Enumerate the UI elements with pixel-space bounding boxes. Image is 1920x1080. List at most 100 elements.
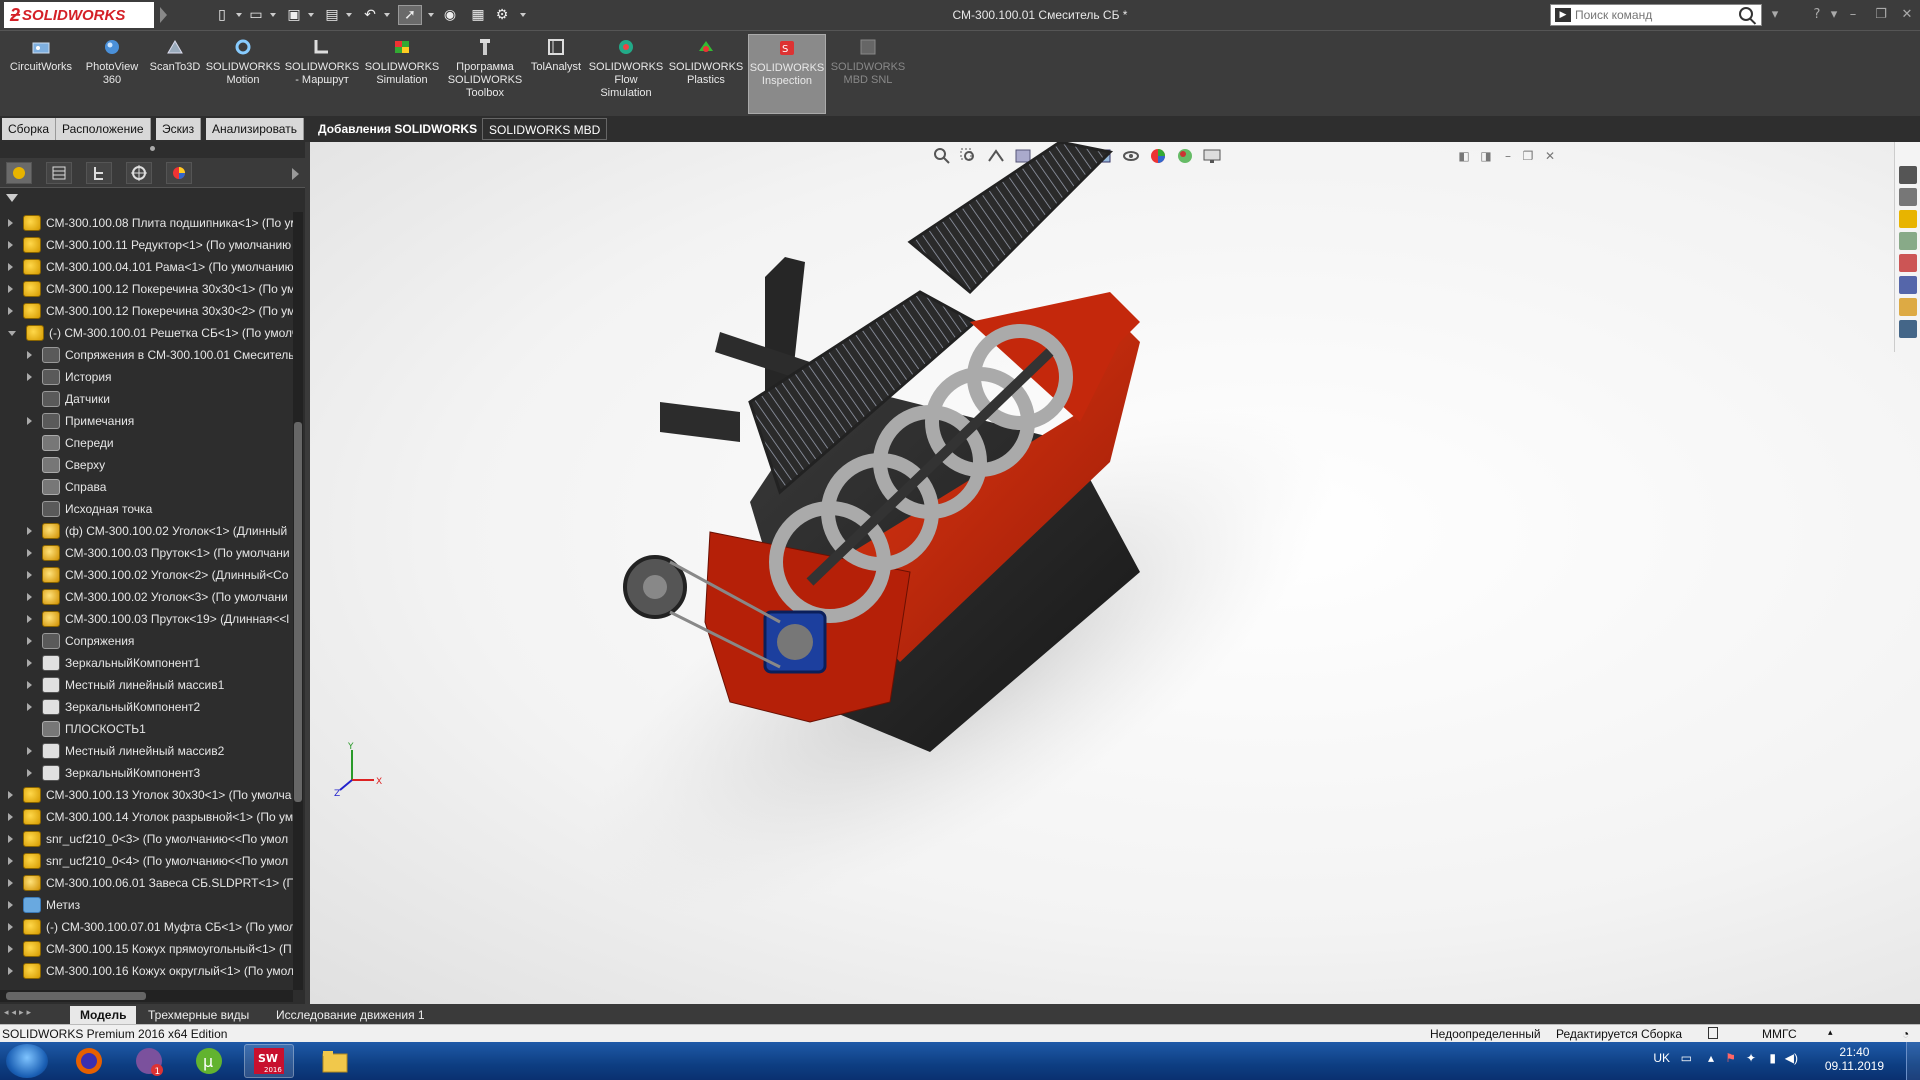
rebuild-icon[interactable]: ◉ xyxy=(438,5,462,25)
filter-icon[interactable] xyxy=(6,194,18,202)
solidworks-2016-icon[interactable]: SW 2016 xyxy=(244,1044,294,1078)
tolanalyst-button[interactable]: TolAnalyst xyxy=(528,37,584,113)
custom-properties-icon[interactable] xyxy=(1899,276,1917,294)
expand-arrow-icon[interactable] xyxy=(8,967,13,975)
expand-arrow-icon[interactable] xyxy=(27,637,32,645)
view-palette-icon[interactable] xyxy=(1899,232,1917,250)
viber-icon[interactable]: 1 xyxy=(124,1044,174,1078)
tree-node[interactable]: snr_ucf210_0<4> (По умолчанию<<По умол xyxy=(8,850,288,872)
tree-node[interactable]: Местный линейный массив2 xyxy=(27,740,224,762)
tree-node[interactable]: ЗеркальныйКомпонент3 xyxy=(27,762,200,784)
command-search[interactable]: ▶ xyxy=(1550,4,1762,26)
expand-arrow-icon[interactable] xyxy=(27,703,32,711)
undo-icon[interactable]: ↶ xyxy=(358,5,382,25)
tree-node[interactable]: СМ-300.100.03 Пруток<19> (Длинная<<l xyxy=(27,608,289,630)
panel-expand-icon[interactable] xyxy=(292,168,299,180)
action-center-flag-icon[interactable]: ⚑ xyxy=(1725,1051,1736,1065)
solidworks-logo[interactable]: ƻ SOLIDWORKS xyxy=(4,2,154,28)
tree-node[interactable]: Справа xyxy=(27,476,106,498)
print-icon[interactable]: ▤ xyxy=(320,5,344,25)
keyboard-icon[interactable]: ▭ xyxy=(1681,1051,1692,1065)
expand-arrow-icon[interactable] xyxy=(8,857,13,865)
tree-node[interactable]: Исходная точка xyxy=(27,498,152,520)
tray-app-icon[interactable]: ✦ xyxy=(1746,1051,1756,1065)
print-dropdown-icon[interactable] xyxy=(346,13,352,17)
tree-node[interactable]: СМ-300.100.15 Кожух прямоугольный<1> (П xyxy=(8,938,292,960)
expand-arrow-icon[interactable] xyxy=(8,791,13,799)
tree-vertical-scroll-thumb[interactable] xyxy=(294,422,302,802)
tree-node[interactable]: ЗеркальныйКомпонент1 xyxy=(27,652,200,674)
file-properties-icon[interactable]: ▦ xyxy=(466,5,490,25)
tree-node[interactable]: СМ-300.100.08 Плита подшипника<1> (По ум xyxy=(8,212,293,234)
tree-node[interactable]: СМ-300.100.11 Редуктор<1> (По умолчанию xyxy=(8,234,291,256)
expand-arrow-icon[interactable] xyxy=(8,945,13,953)
mbd-snl-button[interactable]: SOLIDWORKS MBD SNL xyxy=(830,37,906,113)
expand-arrow-icon[interactable] xyxy=(8,285,13,293)
photoview-button[interactable]: PhotoView 360 xyxy=(80,37,144,113)
tree-horizontal-scroll-thumb[interactable] xyxy=(6,992,146,1000)
configurationmanager-tab-icon[interactable] xyxy=(86,162,112,184)
tree-node[interactable]: СМ-300.100.02 Уголок<3> (По умолчани xyxy=(27,586,288,608)
tab-assembly[interactable]: Сборка xyxy=(2,118,57,140)
tab-scroll-arrows-icon[interactable]: ◂◂▸▸ xyxy=(4,1008,64,1020)
expand-arrow-icon[interactable] xyxy=(27,769,32,777)
expand-arrow-icon[interactable] xyxy=(8,241,13,249)
status-help-icon[interactable]: ◔ xyxy=(1902,1027,1909,1041)
tree-node[interactable]: ПЛОСКОСТЬ1 xyxy=(27,718,146,740)
expand-arrow-icon[interactable] xyxy=(27,527,32,535)
tree-node[interactable]: (-) СМ-300.100.07.01 Муфта СБ<1> (По умо… xyxy=(8,916,293,938)
tree-node[interactable]: СМ-300.100.14 Уголок разрывной<1> (По ум xyxy=(8,806,293,828)
tree-node[interactable]: СМ-300.100.02 Уголок<2> (Длинный<Co xyxy=(27,564,288,586)
tree-node[interactable]: (-) СМ-300.100.01 Решетка СБ<1> (По умол… xyxy=(8,322,293,344)
select-cursor-icon[interactable]: ➚ xyxy=(398,5,422,25)
search-icon[interactable] xyxy=(1739,7,1753,21)
graphics-area[interactable]: ◧ ◨ – ❐ ✕ Y X Z xyxy=(310,142,1920,1004)
tab-motion-study[interactable]: Исследование движения 1 xyxy=(266,1006,435,1024)
tree-node[interactable]: snr_ucf210_0<3> (По умолчанию<<По умол xyxy=(8,828,288,850)
simulation-button[interactable]: SOLIDWORKS Simulation xyxy=(364,37,440,113)
restore-icon[interactable]: ❐ xyxy=(1872,6,1890,24)
scanto3d-button[interactable]: ScanTo3D xyxy=(146,37,204,113)
tab-solidworks-mbd[interactable]: SOLIDWORKS MBD xyxy=(482,118,608,140)
close-icon[interactable]: ✕ xyxy=(1898,6,1916,24)
help-icon[interactable]: ? xyxy=(1808,6,1826,24)
search-dropdown-icon[interactable]: ▾ xyxy=(1766,6,1784,24)
solidworks-resources-icon[interactable] xyxy=(1899,166,1917,184)
help-dropdown-icon[interactable]: ▾ xyxy=(1825,6,1843,24)
show-hidden-icons-icon[interactable]: ▴ xyxy=(1708,1051,1714,1065)
tab-model[interactable]: Модель xyxy=(70,1006,137,1024)
start-orb-icon[interactable] xyxy=(6,1044,48,1078)
expand-arrow-icon[interactable] xyxy=(27,549,32,557)
tree-node[interactable]: Сопряжения xyxy=(27,630,134,652)
tree-node[interactable]: История xyxy=(27,366,112,388)
panel-grip-icon[interactable] xyxy=(150,146,155,151)
file-explorer-icon[interactable] xyxy=(310,1044,360,1078)
utorrent-icon[interactable]: µ xyxy=(184,1044,234,1078)
language-indicator[interactable]: UK xyxy=(1653,1051,1670,1065)
forum-icon[interactable] xyxy=(1899,298,1917,316)
tab-solidworks-addins[interactable]: Добавления SOLIDWORKS xyxy=(312,118,485,140)
tree-node[interactable]: СМ-300.100.03 Пруток<1> (По умолчани xyxy=(27,542,290,564)
tree-node[interactable]: (ф) СМ-300.100.02 Уголок<1> (Длинный xyxy=(27,520,287,542)
select-dropdown-icon[interactable] xyxy=(428,13,434,17)
unit-system[interactable]: ММГС xyxy=(1762,1027,1797,1041)
expand-arrow-icon[interactable] xyxy=(8,219,13,227)
undo-dropdown-icon[interactable] xyxy=(384,13,390,17)
units-dropdown-icon[interactable]: ▴ xyxy=(1828,1027,1833,1038)
tree-node[interactable]: СМ-300.100.16 Кожух округлый<1> (По умол xyxy=(8,960,293,982)
tree-node[interactable]: СМ-300.100.04.101 Рама<1> (По умолчанию xyxy=(8,256,293,278)
rebuild-status-icon[interactable] xyxy=(1708,1027,1718,1039)
tab-layout[interactable]: Расположение xyxy=(56,118,151,140)
show-desktop-button[interactable] xyxy=(1906,1042,1920,1080)
tree-node[interactable]: СМ-300.100.06.01 Завеса СБ.SLDPRT<1> (По… xyxy=(8,872,293,894)
inspection-button[interactable]: S SOLIDWORKS Inspection xyxy=(748,34,826,114)
tree-node[interactable]: Примечания xyxy=(27,410,134,432)
tree-node[interactable]: Метиз xyxy=(8,894,80,916)
menu-expand-arrow[interactable] xyxy=(160,7,167,23)
toolbox-button[interactable]: Программа SOLIDWORKS Toolbox xyxy=(444,37,526,113)
file-explorer-pane-icon[interactable] xyxy=(1899,210,1917,228)
save-icon[interactable]: ▣ xyxy=(282,5,306,25)
tab-evaluate[interactable]: Анализировать xyxy=(206,118,304,140)
mixer-assembly-model[interactable] xyxy=(310,142,1920,1004)
expand-arrow-icon[interactable] xyxy=(8,879,13,887)
